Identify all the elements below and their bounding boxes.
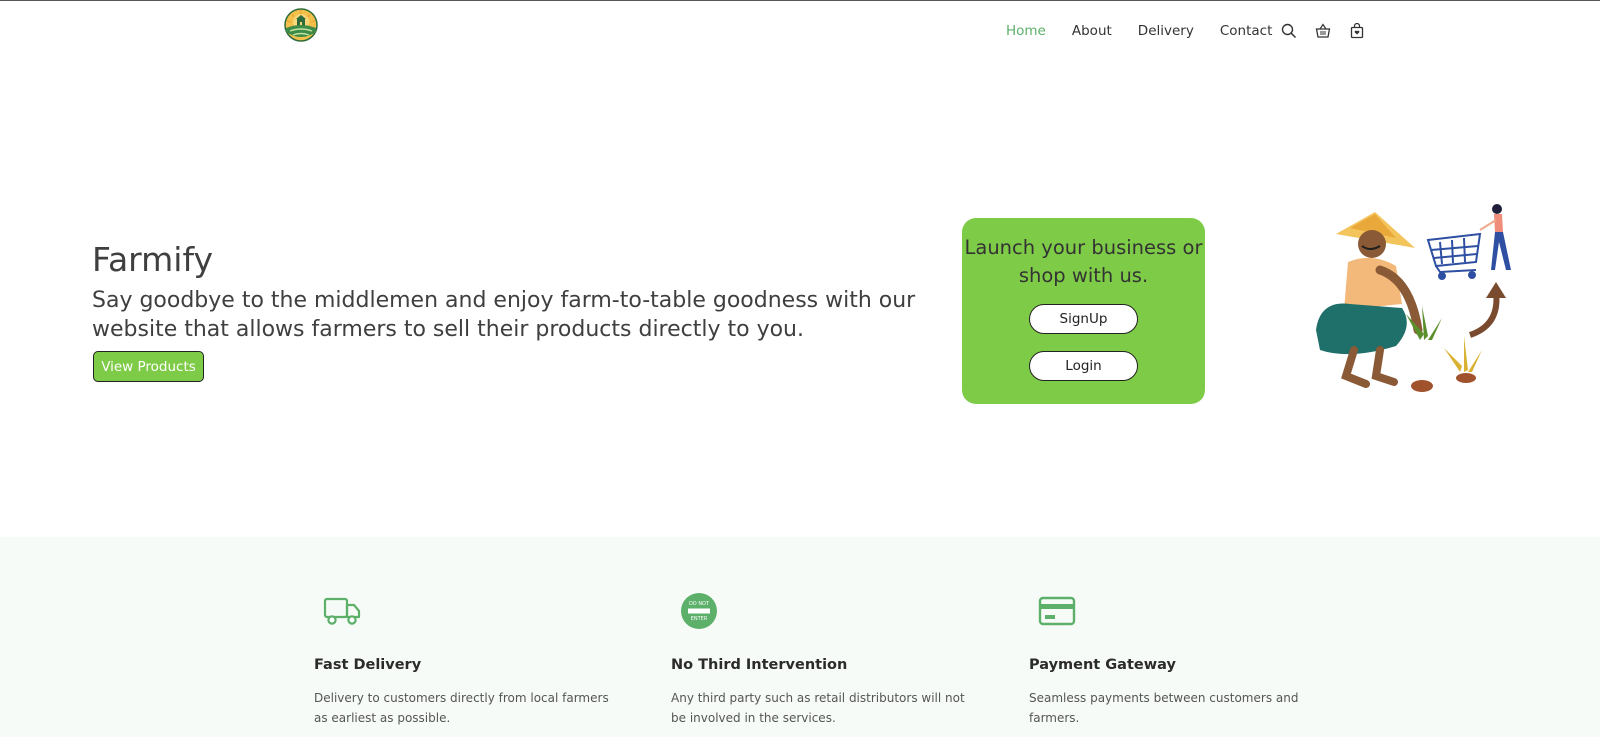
- svg-text:DO NOT: DO NOT: [689, 601, 710, 607]
- feature-description: Seamless payments between customers and …: [1029, 691, 1299, 725]
- login-button[interactable]: Login: [1029, 351, 1138, 381]
- credit-card-icon: [1037, 591, 1077, 631]
- feature-title: Fast Delivery: [314, 657, 422, 673]
- launch-card: Launch your business or shop with us. Si…: [962, 218, 1205, 404]
- truck-icon: [322, 591, 362, 631]
- hero-subtitle: Say goodbye to the middlemen and enjoy f…: [92, 288, 916, 342]
- feature-title: Payment Gateway: [1029, 657, 1176, 673]
- features-section: Fast Delivery Delivery to customers dire…: [0, 537, 1600, 737]
- nav-about[interactable]: About: [1072, 23, 1112, 39]
- signup-button[interactable]: SignUp: [1029, 304, 1138, 334]
- basket-icon[interactable]: [1314, 22, 1332, 40]
- shopper-figure: [1479, 204, 1511, 270]
- launch-text: Launch your business or shop with us.: [964, 236, 1203, 287]
- feature-title: No Third Intervention: [671, 657, 848, 673]
- nav-home[interactable]: Home: [1006, 23, 1046, 39]
- nav-contact[interactable]: Contact: [1220, 23, 1273, 39]
- nav-delivery[interactable]: Delivery: [1138, 23, 1194, 39]
- shopping-cart: [1426, 232, 1482, 280]
- feature-description: Delivery to customers directly from loca…: [314, 691, 609, 725]
- farm-logo[interactable]: [284, 8, 318, 42]
- view-products-button[interactable]: View Products: [93, 351, 204, 382]
- do-not-enter-icon: DO NOT ENTER: [679, 591, 719, 631]
- search-icon[interactable]: [1280, 22, 1298, 40]
- bag-icon[interactable]: [1348, 22, 1366, 40]
- hero-title: Farmify: [92, 240, 214, 279]
- farmer-illustration: [1310, 200, 1530, 400]
- svg-text:ENTER: ENTER: [691, 616, 708, 622]
- main-nav: Home About Delivery Contact: [1006, 20, 1366, 42]
- top-border: [0, 0, 1600, 1]
- feature-description: Any third party such as retail distribut…: [671, 691, 965, 725]
